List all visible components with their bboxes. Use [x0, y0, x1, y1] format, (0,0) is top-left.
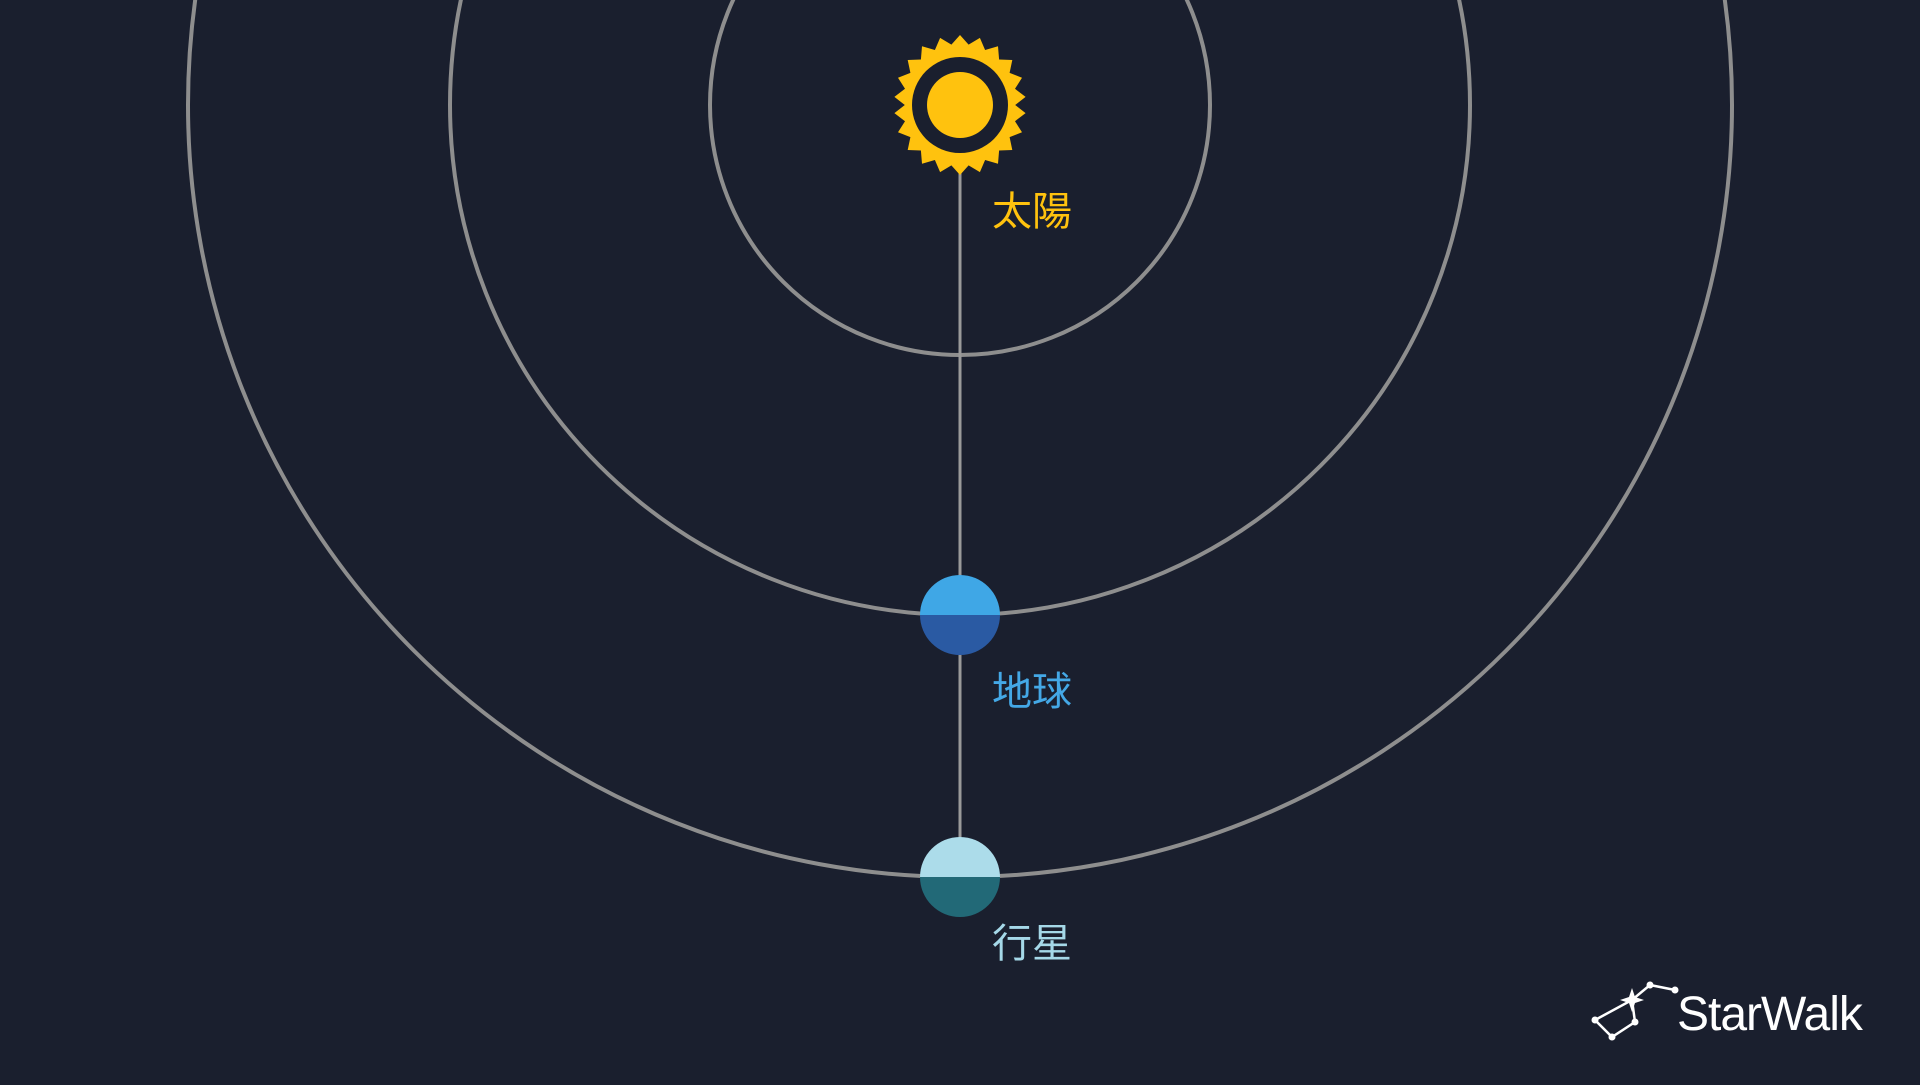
planet-icon [920, 837, 1000, 917]
sun-label: 太陽 [992, 189, 1072, 235]
diagram-canvas: 太陽 地球 行星 StarWalk [0, 0, 1920, 1080]
planet-label: 行星 [992, 921, 1072, 967]
earth-label: 地球 [992, 669, 1072, 715]
starwalk-wordmark: StarWalk [1677, 988, 1864, 1041]
earth-icon [920, 575, 1000, 655]
orbit-diagram: 太陽 地球 行星 StarWalk [0, 0, 1920, 1080]
